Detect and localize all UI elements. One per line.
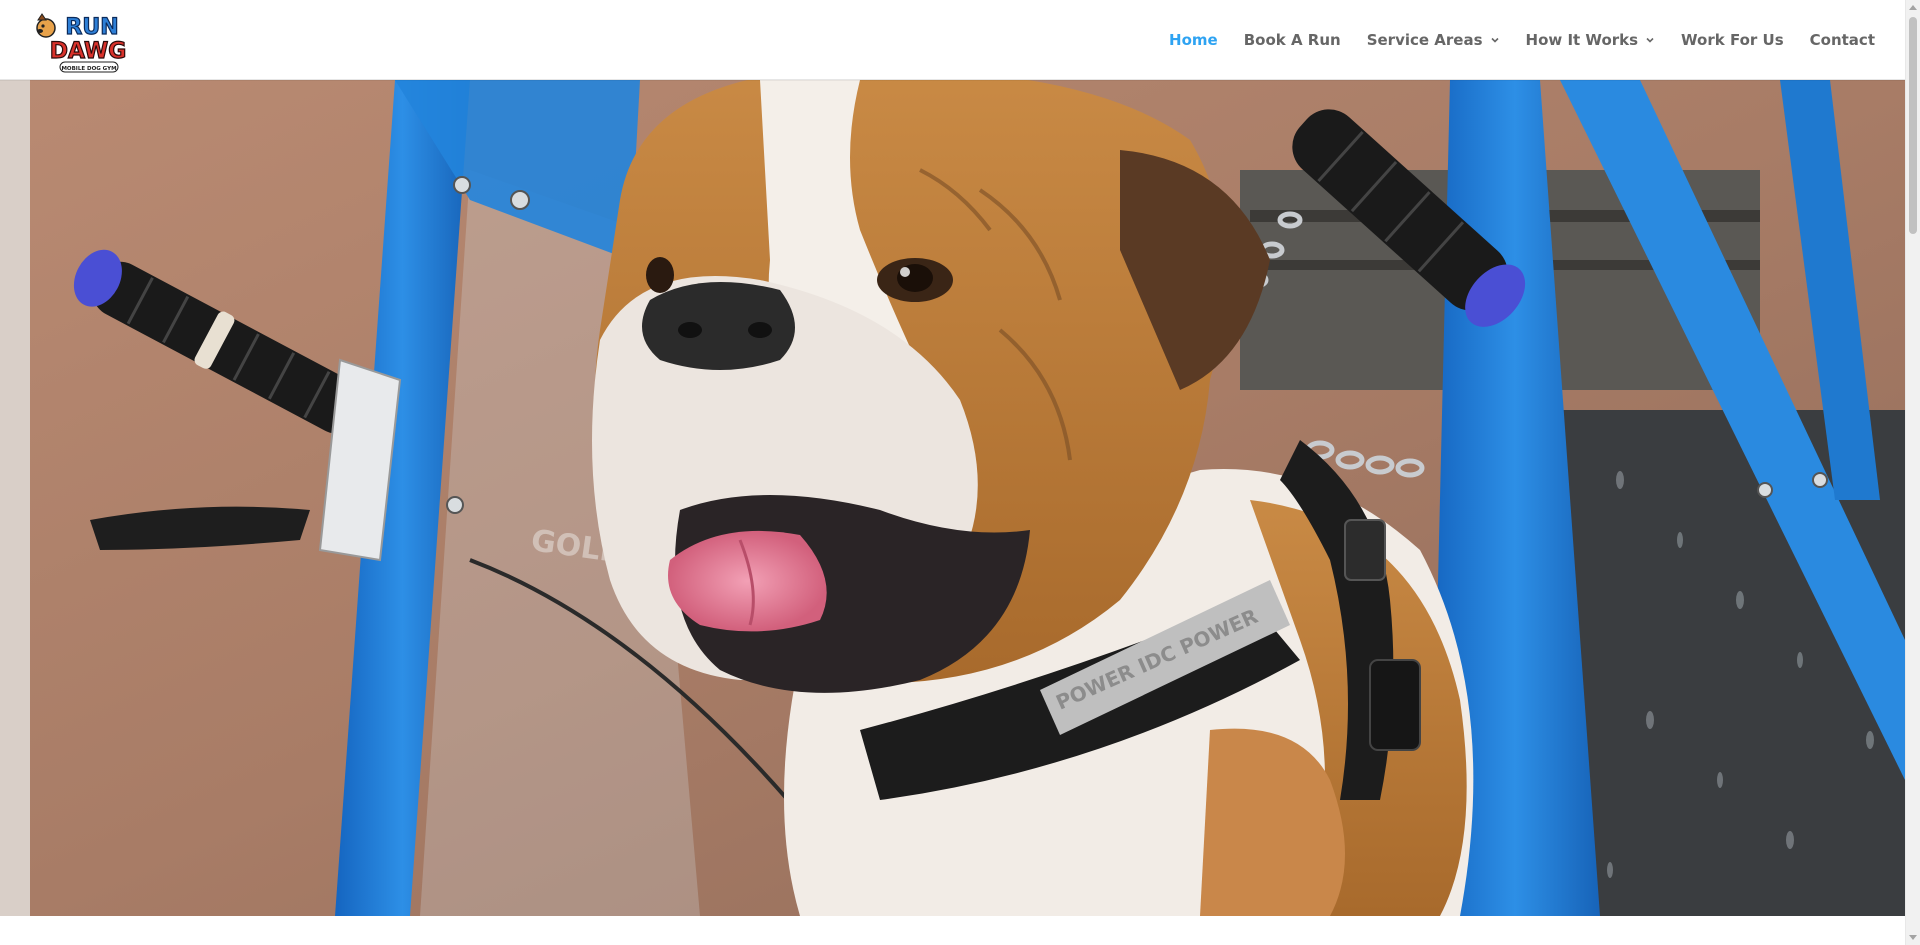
hero-banner: GOLIATHRUNNING	[0, 80, 1905, 916]
nav-item-label: Contact	[1809, 31, 1875, 49]
nav-item-book-a-run[interactable]: Book A Run	[1244, 31, 1341, 49]
scrollbar-thumb[interactable]	[1909, 17, 1917, 234]
run-dawg-logo[interactable]: RUN DAWG MOBILE DOG GYM	[30, 6, 142, 78]
nav-item-label: Book A Run	[1243, 31, 1341, 49]
nav-item-contact[interactable]: Contact	[1810, 31, 1875, 49]
main-navigation: Home Book A Run Service Areas How It Wor…	[1143, 0, 1875, 80]
logo-text-bottom: DAWG	[50, 39, 127, 64]
nav-item-label: Home	[1169, 31, 1218, 49]
bulldog-treadmill-image: GOLIATHRUNNING	[0, 80, 1905, 916]
nav-item-label: Service Areas	[1366, 31, 1483, 49]
nav-item-how-it-works[interactable]: How It Works	[1526, 31, 1656, 49]
chevron-down-icon	[1490, 37, 1499, 43]
scroll-down-icon[interactable]	[1909, 935, 1917, 940]
site-header: RUN DAWG MOBILE DOG GYM Home Book A Run …	[0, 0, 1905, 80]
logo-text-top: RUN	[65, 15, 118, 40]
page-scrollbar[interactable]	[1905, 0, 1920, 945]
nav-item-label: How It Works	[1525, 31, 1639, 49]
logo-tagline: MOBILE DOG GYM	[61, 66, 116, 72]
nav-item-work-for-us[interactable]: Work For Us	[1681, 31, 1784, 49]
nav-item-label: Work For Us	[1681, 31, 1784, 49]
nav-item-service-areas[interactable]: Service Areas	[1367, 31, 1500, 49]
scroll-up-icon[interactable]	[1909, 5, 1917, 10]
nav-item-home[interactable]: Home	[1169, 31, 1218, 49]
chevron-down-icon	[1646, 37, 1654, 43]
